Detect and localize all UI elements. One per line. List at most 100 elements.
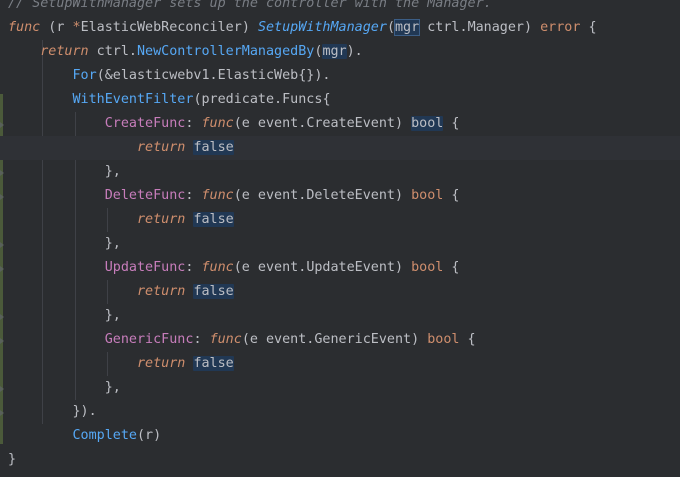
code-token: For <box>72 68 97 83</box>
code-line-text: return false <box>8 136 234 160</box>
code-token: (e event. <box>233 260 307 275</box>
code-line[interactable]: WithEventFilter(predicate.Funcs{ <box>0 88 680 112</box>
code-line[interactable]: }, <box>0 376 680 400</box>
code-line-text: GenericFunc: func(e event.GenericEvent) … <box>8 328 476 352</box>
code-token: func <box>201 260 234 275</box>
code-token: SetupWithManager <box>32 0 162 11</box>
code-token: func <box>209 332 242 347</box>
code-line-text: }, <box>8 160 121 184</box>
code-token: }). <box>8 404 97 419</box>
code-token: false <box>193 212 234 227</box>
code-token: }, <box>8 308 121 323</box>
code-token: ) <box>241 20 258 35</box>
code-line-text: // SetupWithManager sets up the controll… <box>8 0 492 16</box>
code-line-text: }, <box>8 304 121 328</box>
code-token: ) <box>395 116 412 131</box>
code-line[interactable]: } <box>0 448 680 472</box>
code-token: }, <box>8 164 121 179</box>
code-line[interactable]: }, <box>0 304 680 328</box>
code-token: ElasticWeb <box>217 68 299 83</box>
code-token: { <box>443 116 460 131</box>
code-token: (r) <box>137 428 162 443</box>
code-token: CreateEvent <box>306 116 395 131</box>
code-token: ) <box>524 20 541 35</box>
code-token: SetupWithManager <box>257 20 387 35</box>
code-line-text: }, <box>8 232 121 256</box>
code-token: GenericFunc <box>104 332 194 347</box>
code-token: NewControllerManagedBy <box>137 44 315 59</box>
code-line[interactable]: }, <box>0 232 680 256</box>
code-token: DeleteFunc <box>104 188 186 203</box>
code-token: (r <box>40 20 73 35</box>
code-token: * <box>72 20 81 35</box>
code-line-text: func (r *ElasticWebReconciler) SetupWith… <box>8 16 597 40</box>
code-line[interactable]: Complete(r) <box>0 424 680 448</box>
code-line-text: Complete(r) <box>8 424 162 448</box>
code-line-text: } <box>8 448 16 472</box>
code-line[interactable]: GenericFunc: func(e event.GenericEvent) … <box>0 328 680 352</box>
code-token: (&elasticwebv1. <box>96 68 218 83</box>
code-line[interactable]: return ctrl.NewControllerManagedBy(mgr). <box>0 40 680 64</box>
code-token: : <box>185 116 202 131</box>
code-token: false <box>193 140 234 155</box>
code-line-text: WithEventFilter(predicate.Funcs{ <box>8 88 331 112</box>
code-line[interactable]: CreateFunc: func(e event.CreateEvent) bo… <box>0 112 680 136</box>
code-token: Complete <box>72 428 138 443</box>
code-token: { <box>443 188 460 203</box>
code-token: func <box>201 116 234 131</box>
code-token: // <box>8 0 33 11</box>
code-token: func <box>201 188 234 203</box>
code-line[interactable]: return false <box>0 352 680 376</box>
code-line[interactable]: }, <box>0 160 680 184</box>
code-token: DeleteEvent <box>306 188 395 203</box>
code-token: : <box>185 188 202 203</box>
code-token: return <box>137 356 186 371</box>
code-line-text: return false <box>8 208 234 232</box>
code-token: sets up the controller with the Manager. <box>161 0 492 11</box>
code-token: }, <box>8 236 121 251</box>
code-line-text: return ctrl.NewControllerManagedBy(mgr). <box>8 40 363 64</box>
code-token: {}). <box>298 68 331 83</box>
code-token: bool <box>411 260 444 275</box>
code-token: WithEventFilter <box>72 92 194 107</box>
code-token: ) <box>411 332 428 347</box>
code-line[interactable]: return false <box>0 136 680 160</box>
code-token: false <box>193 284 234 299</box>
code-token: (e event. <box>233 188 307 203</box>
code-line[interactable]: For(&elasticwebv1.ElasticWeb{}). <box>0 64 680 88</box>
code-token: ) <box>395 260 412 275</box>
code-line[interactable]: }). <box>0 400 680 424</box>
code-token: : <box>193 332 210 347</box>
code-token: { <box>443 260 460 275</box>
code-token: { <box>322 92 331 107</box>
code-token: UpdateEvent <box>306 260 395 275</box>
code-line-text: DeleteFunc: func(e event.DeleteEvent) bo… <box>8 184 460 208</box>
code-token: false <box>193 356 234 371</box>
code-token: CreateFunc <box>104 116 186 131</box>
code-line[interactable]: DeleteFunc: func(e event.DeleteEvent) bo… <box>0 184 680 208</box>
code-token: (e event. <box>241 332 315 347</box>
code-line[interactable]: return false <box>0 280 680 304</box>
code-line[interactable]: func (r *ElasticWebReconciler) SetupWith… <box>0 16 680 40</box>
code-line[interactable]: // SetupWithManager sets up the controll… <box>0 0 680 16</box>
code-line[interactable]: UpdateFunc: func(e event.UpdateEvent) bo… <box>0 256 680 280</box>
code-token: { <box>459 332 476 347</box>
code-line-text: return false <box>8 352 234 376</box>
code-line[interactable]: return false <box>0 208 680 232</box>
code-token: mgr <box>393 19 421 36</box>
code-token: ElasticWebReconciler <box>80 20 242 35</box>
code-token: ) <box>395 188 412 203</box>
code-editor[interactable]: // SetupWithManager sets up the controll… <box>0 0 680 477</box>
code-token: mgr <box>322 44 347 59</box>
code-token: : <box>185 260 202 275</box>
code-token: ctrl. <box>419 20 468 35</box>
